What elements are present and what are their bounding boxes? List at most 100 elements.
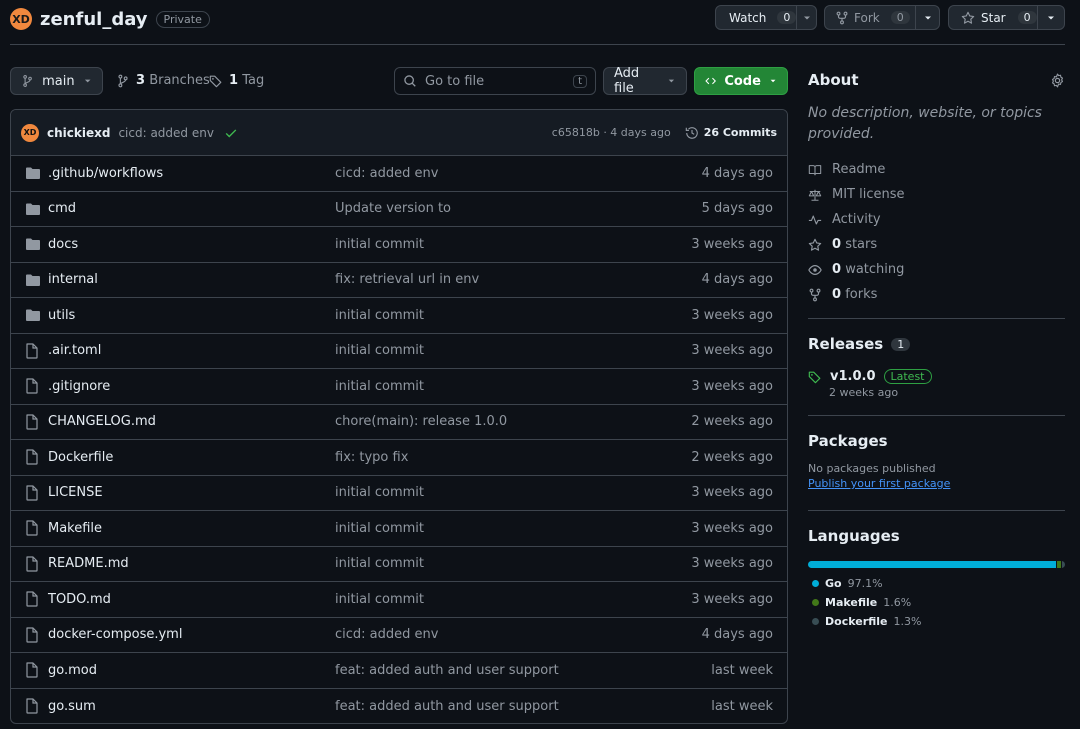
sidebar-divider [808, 415, 1065, 416]
file-row[interactable]: .air.toml initial commit 3 weeks ago [11, 334, 787, 369]
check-icon[interactable] [224, 126, 238, 140]
file-name[interactable]: go.sum [48, 699, 335, 714]
file-name[interactable]: cmd [48, 201, 335, 216]
file-name[interactable]: .github/workflows [48, 166, 335, 181]
branches-link[interactable]: 3 Branches [116, 73, 210, 88]
stars-label: stars [845, 237, 878, 252]
file-commit-message[interactable]: fix: retrieval url in env [335, 272, 702, 287]
file-name[interactable]: docker-compose.yml [48, 627, 335, 642]
activity-link[interactable]: Activity [808, 207, 1065, 232]
star-dropdown[interactable] [1037, 6, 1064, 29]
star-button[interactable]: Star 0 [948, 5, 1065, 30]
file-commit-message[interactable]: cicd: added env [335, 627, 702, 642]
file-row[interactable]: go.mod feat: added auth and user support l… [11, 653, 787, 689]
file-name[interactable]: .air.toml [48, 343, 335, 358]
file-row[interactable]: Makefile initial commit 3 weeks ago [11, 511, 787, 547]
stars-link[interactable]: 0 stars [808, 232, 1065, 257]
add-file-button[interactable]: Add file [603, 66, 687, 96]
file-row[interactable]: .gitignore initial commit 3 weeks ago [11, 369, 787, 405]
fork-icon [809, 288, 821, 301]
directory-row[interactable]: .github/workflows cicd: added env 4 days a… [11, 156, 787, 192]
file-commit-message[interactable]: initial commit [335, 485, 691, 500]
go-to-file-search[interactable]: t [394, 67, 596, 95]
publish-package-link[interactable]: Publish your first package [808, 477, 1065, 490]
file-commit-message[interactable]: initial commit [335, 379, 691, 394]
file-commit-message[interactable]: fix: typo fix [335, 450, 691, 465]
language-bar-segment[interactable] [1056, 561, 1061, 568]
file-row[interactable]: TODO.md initial commit 3 weeks ago [11, 582, 787, 618]
repo-name[interactable]: zenful_day [40, 9, 148, 30]
file-name[interactable]: .gitignore [48, 379, 335, 394]
file-name[interactable]: Makefile [48, 521, 335, 536]
file-row[interactable]: LICENSE initial commit 3 weeks ago [11, 476, 787, 511]
file-commit-message[interactable]: initial commit [335, 308, 691, 323]
fork-button[interactable]: Fork 0 [824, 5, 940, 30]
go-to-file-input[interactable] [425, 73, 565, 89]
license-link[interactable]: MIT license [808, 182, 1065, 207]
file-name[interactable]: Dockerfile [48, 450, 335, 465]
directory-row[interactable]: utils initial commit 3 weeks ago [11, 298, 787, 334]
file-row[interactable]: README.md initial commit 3 weeks ago [11, 547, 787, 582]
license-label: MIT license [832, 187, 905, 202]
file-commit-message[interactable]: chore(main): release 1.0.0 [335, 414, 691, 429]
file-name[interactable]: CHANGELOG.md [48, 414, 335, 429]
branch-selector[interactable]: main [10, 67, 103, 95]
row-icon [11, 556, 48, 572]
file-commit-message[interactable]: initial commit [335, 592, 691, 607]
file-row[interactable]: docker-compose.yml cicd: added env 4 days … [11, 618, 787, 653]
gear-icon[interactable] [1050, 73, 1065, 88]
file-commit-message[interactable]: initial commit [335, 237, 691, 252]
file-commit-date: 4 days ago [701, 272, 773, 288]
file-name[interactable]: LICENSE [48, 485, 335, 500]
row-icon [11, 591, 48, 607]
folder-icon [26, 203, 40, 215]
language-name: Makefile [825, 596, 878, 609]
readme-link[interactable]: Readme [808, 157, 1065, 182]
row-icon [11, 449, 48, 465]
about-section: About No description, website, or topics… [808, 71, 1065, 307]
language-bar-segment[interactable] [808, 561, 1056, 568]
watching-link[interactable]: 0 watching [808, 257, 1065, 282]
commit-author[interactable]: chickiexd [47, 126, 110, 140]
directory-row[interactable]: internal fix: retrieval url in env 4 days … [11, 263, 787, 298]
fork-dropdown[interactable] [915, 6, 939, 29]
file-row[interactable]: Dockerfile fix: typo fix 2 weeks ago [11, 440, 787, 476]
file-name[interactable]: README.md [48, 556, 335, 571]
language-legend-item[interactable]: Dockerfile 1.3% [808, 612, 990, 631]
file-commit-message[interactable]: cicd: added env [335, 166, 702, 181]
tags-link[interactable]: 1 Tag [209, 73, 264, 88]
directory-row[interactable]: docs initial commit 3 weeks ago [11, 227, 787, 263]
commits-link[interactable]: 26 Commits [685, 126, 777, 140]
author-avatar[interactable]: XD [21, 123, 39, 142]
file-commit-message[interactable]: feat: added auth and user support [335, 699, 711, 714]
commit-message[interactable]: cicd: added env [118, 126, 214, 140]
owner-avatar-text: XD [12, 12, 30, 26]
file-row[interactable]: go.sum feat: added auth and user support l… [11, 689, 787, 724]
owner-avatar[interactable]: XD [10, 8, 32, 30]
language-legend-item[interactable]: Go 97.1% [808, 574, 883, 593]
file-commit-date: 2 weeks ago [691, 449, 773, 465]
file-name[interactable]: TODO.md [48, 592, 335, 607]
releases-title[interactable]: Releases [808, 335, 883, 353]
file-commit-message[interactable]: initial commit [335, 521, 691, 536]
row-icon [11, 520, 48, 536]
packages-title[interactable]: Packages [808, 432, 1065, 450]
watch-button[interactable]: Watch 0 [715, 5, 817, 30]
file-commit-message[interactable]: initial commit [335, 343, 691, 358]
file-commit-message[interactable]: initial commit [335, 556, 691, 571]
file-commit-message[interactable]: feat: added auth and user support [335, 663, 711, 678]
commit-hash-time[interactable]: c65818b · 4 days ago [552, 126, 671, 139]
language-bar-segment[interactable] [1061, 561, 1065, 568]
watch-dropdown[interactable] [796, 6, 816, 29]
file-commit-message[interactable]: Update version to [335, 201, 702, 216]
language-legend-item[interactable]: Makefile 1.6% [808, 593, 911, 612]
file-name[interactable]: utils [48, 308, 335, 323]
file-name[interactable]: go.mod [48, 663, 335, 678]
file-name[interactable]: docs [48, 237, 335, 252]
directory-row[interactable]: cmd Update version to 5 days ago [11, 192, 787, 227]
release-tag[interactable]: v1.0.0 [830, 369, 876, 384]
forks-link[interactable]: 0 forks [808, 282, 1065, 307]
code-button[interactable]: Code [694, 67, 788, 95]
file-name[interactable]: internal [48, 272, 335, 287]
file-row[interactable]: CHANGELOG.md chore(main): release 1.0.0 2 … [11, 405, 787, 440]
